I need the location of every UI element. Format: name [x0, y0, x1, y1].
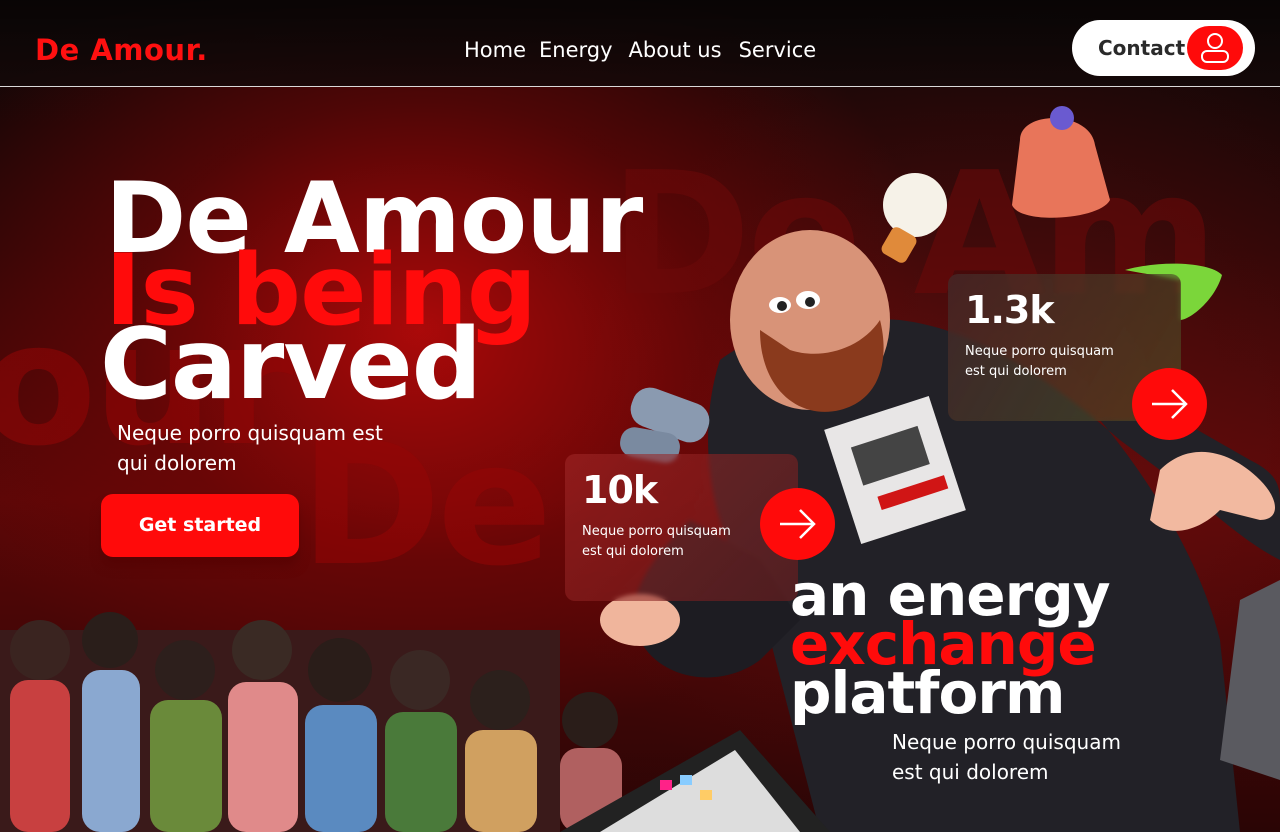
- stat-card-arrow-button[interactable]: [1132, 368, 1207, 440]
- brand-logo[interactable]: De Amour.: [35, 33, 208, 67]
- bell-illustration: [1012, 118, 1110, 218]
- contact-button[interactable]: Contact: [1072, 20, 1255, 76]
- user-icon: [1187, 26, 1243, 70]
- nav-link-service[interactable]: Service: [739, 38, 817, 62]
- nav-link-about[interactable]: About us: [629, 38, 722, 62]
- platform-title-line3: platform: [790, 659, 1065, 727]
- crowd-illustration: [0, 612, 622, 832]
- stat-description: Neque porro quisquam est qui dolorem: [582, 524, 731, 559]
- stat-description: Neque porro quisquam est qui dolorem: [965, 344, 1114, 379]
- hero-subtitle: Neque porro quisquam est qui dolorem: [117, 421, 383, 475]
- platform-subtitle: Neque porro quisquam est qui dolorem: [892, 730, 1121, 784]
- keyboard-illustration: [1220, 580, 1280, 780]
- get-started-label: Get started: [138, 514, 262, 536]
- get-started-button[interactable]: Get started: [101, 494, 299, 557]
- navbar: De Amour. Home Energy About us Service C…: [0, 0, 1280, 87]
- arrow-right-icon: [780, 509, 816, 539]
- lightbulb-illustration: [883, 173, 947, 237]
- hero-title-line3: Carved: [100, 308, 482, 422]
- stat-card-arrow-button[interactable]: [760, 488, 835, 560]
- character-hand: [600, 594, 680, 646]
- stat-value: 1.3k: [965, 288, 1055, 332]
- nav-link-home[interactable]: Home: [464, 38, 526, 62]
- contact-label: Contact: [1098, 36, 1186, 60]
- stat-value: 10k: [582, 468, 658, 512]
- main-menu: Home Energy About us Service: [464, 38, 816, 62]
- arrow-right-icon: [1152, 389, 1188, 419]
- nav-link-energy[interactable]: Energy: [539, 38, 613, 62]
